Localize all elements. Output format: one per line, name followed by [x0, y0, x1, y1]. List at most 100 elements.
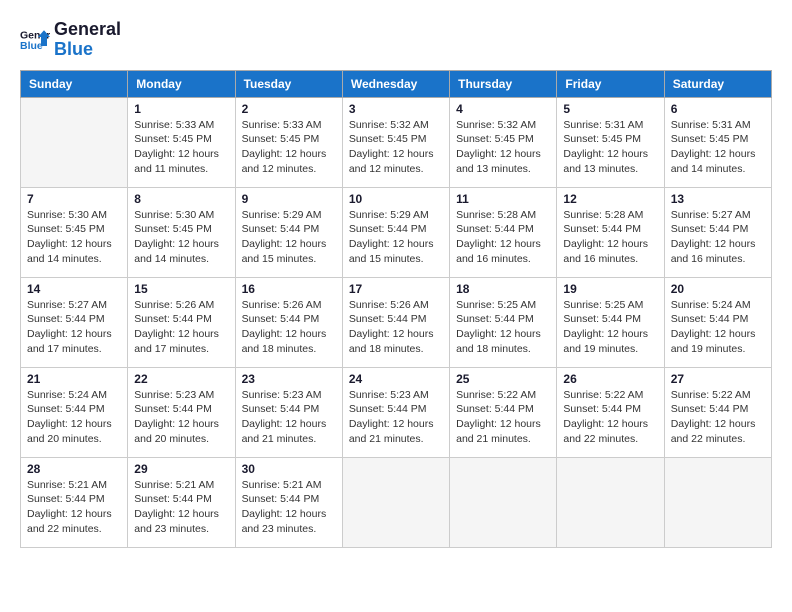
- day-info: Sunrise: 5:24 AMSunset: 5:44 PMDaylight:…: [671, 298, 765, 357]
- day-info: Sunrise: 5:22 AMSunset: 5:44 PMDaylight:…: [671, 388, 765, 447]
- day-info: Sunrise: 5:33 AMSunset: 5:45 PMDaylight:…: [242, 118, 336, 177]
- calendar-cell: 16 Sunrise: 5:26 AMSunset: 5:44 PMDayligh…: [235, 277, 342, 367]
- calendar-cell: 20 Sunrise: 5:24 AMSunset: 5:44 PMDayligh…: [664, 277, 771, 367]
- day-info: Sunrise: 5:22 AMSunset: 5:44 PMDaylight:…: [456, 388, 550, 447]
- day-number: 3: [349, 102, 443, 116]
- day-number: 16: [242, 282, 336, 296]
- day-info: Sunrise: 5:27 AMSunset: 5:44 PMDaylight:…: [27, 298, 121, 357]
- calendar-cell: 22 Sunrise: 5:23 AMSunset: 5:44 PMDayligh…: [128, 367, 235, 457]
- calendar-table: SundayMondayTuesdayWednesdayThursdayFrid…: [20, 70, 772, 548]
- day-info: Sunrise: 5:33 AMSunset: 5:45 PMDaylight:…: [134, 118, 228, 177]
- day-info: Sunrise: 5:23 AMSunset: 5:44 PMDaylight:…: [349, 388, 443, 447]
- day-info: Sunrise: 5:25 AMSunset: 5:44 PMDaylight:…: [563, 298, 657, 357]
- calendar-cell: [557, 457, 664, 547]
- day-number: 27: [671, 372, 765, 386]
- day-number: 28: [27, 462, 121, 476]
- logo: General Blue General Blue: [20, 20, 121, 60]
- day-info: Sunrise: 5:32 AMSunset: 5:45 PMDaylight:…: [456, 118, 550, 177]
- calendar-cell: 26 Sunrise: 5:22 AMSunset: 5:44 PMDayligh…: [557, 367, 664, 457]
- calendar-cell: 10Sunrise: 5:29 AMSunset: 5:44 PMDayligh…: [342, 187, 449, 277]
- calendar-header-friday: Friday: [557, 70, 664, 97]
- calendar-cell: 7Sunrise: 5:30 AMSunset: 5:45 PMDaylight…: [21, 187, 128, 277]
- day-info: Sunrise: 5:29 AMSunset: 5:44 PMDaylight:…: [349, 208, 443, 267]
- calendar-cell: 9 Sunrise: 5:29 AMSunset: 5:44 PMDaylight…: [235, 187, 342, 277]
- day-info: Sunrise: 5:21 AMSunset: 5:44 PMDaylight:…: [27, 478, 121, 537]
- day-info: Sunrise: 5:30 AMSunset: 5:45 PMDaylight:…: [134, 208, 228, 267]
- calendar-cell: 14 Sunrise: 5:27 AMSunset: 5:44 PMDayligh…: [21, 277, 128, 367]
- day-number: 15: [134, 282, 228, 296]
- calendar-cell: 23 Sunrise: 5:23 AMSunset: 5:44 PMDayligh…: [235, 367, 342, 457]
- calendar-header-thursday: Thursday: [450, 70, 557, 97]
- calendar-cell: 1 Sunrise: 5:33 AMSunset: 5:45 PMDaylight…: [128, 97, 235, 187]
- day-info: Sunrise: 5:29 AMSunset: 5:44 PMDaylight:…: [242, 208, 336, 267]
- logo-text: General Blue: [54, 20, 121, 60]
- day-number: 17: [349, 282, 443, 296]
- day-info: Sunrise: 5:23 AMSunset: 5:44 PMDaylight:…: [242, 388, 336, 447]
- calendar-header-saturday: Saturday: [664, 70, 771, 97]
- calendar-header-sunday: Sunday: [21, 70, 128, 97]
- day-number: 7: [27, 192, 121, 206]
- day-number: 13: [671, 192, 765, 206]
- calendar-cell: [450, 457, 557, 547]
- week-row-2: 7 Sunrise: 5:30 AMSunset: 5:45 PMDaylight…: [21, 187, 772, 277]
- day-info: Sunrise: 5:28 AMSunset: 5:44 PMDaylight:…: [456, 208, 550, 267]
- day-info: Sunrise: 5:24 AMSunset: 5:44 PMDaylight:…: [27, 388, 121, 447]
- calendar-cell: [664, 457, 771, 547]
- calendar-cell: 6 Sunrise: 5:31 AMSunset: 5:45 PMDaylight…: [664, 97, 771, 187]
- calendar-cell: 28 Sunrise: 5:21 AMSunset: 5:44 PMDayligh…: [21, 457, 128, 547]
- day-info: Sunrise: 5:26 AMSunset: 5:44 PMDaylight:…: [242, 298, 336, 357]
- day-number: 12: [563, 192, 657, 206]
- day-info: Sunrise: 5:31 AMSunset: 5:45 PMDaylight:…: [563, 118, 657, 177]
- day-info: Sunrise: 5:25 AMSunset: 5:44 PMDaylight:…: [456, 298, 550, 357]
- day-info: Sunrise: 5:27 AMSunset: 5:44 PMDaylight:…: [671, 208, 765, 267]
- calendar-cell: 30Sunrise: 5:21 AMSunset: 5:44 PMDayligh…: [235, 457, 342, 547]
- day-number: 21: [27, 372, 121, 386]
- calendar-cell: [342, 457, 449, 547]
- day-number: 9: [242, 192, 336, 206]
- calendar-header-row: SundayMondayTuesdayWednesdayThursdayFrid…: [21, 70, 772, 97]
- calendar-cell: 21 Sunrise: 5:24 AMSunset: 5:44 PMDayligh…: [21, 367, 128, 457]
- day-number: 11: [456, 192, 550, 206]
- day-info: Sunrise: 5:23 AMSunset: 5:44 PMDaylight:…: [134, 388, 228, 447]
- day-number: 4: [456, 102, 550, 116]
- week-row-1: 1 Sunrise: 5:33 AMSunset: 5:45 PMDaylight…: [21, 97, 772, 187]
- day-info: Sunrise: 5:22 AMSunset: 5:44 PMDaylight:…: [563, 388, 657, 447]
- calendar-cell: [21, 97, 128, 187]
- day-number: 8: [134, 192, 228, 206]
- day-number: 30: [242, 462, 336, 476]
- week-row-5: 28 Sunrise: 5:21 AMSunset: 5:44 PMDayligh…: [21, 457, 772, 547]
- calendar-cell: 13 Sunrise: 5:27 AMSunset: 5:44 PMDayligh…: [664, 187, 771, 277]
- page-header: General Blue General Blue: [20, 20, 772, 60]
- calendar-cell: 29 Sunrise: 5:21 AMSunset: 5:44 PMDayligh…: [128, 457, 235, 547]
- calendar-cell: 18 Sunrise: 5:25 AMSunset: 5:44 PMDayligh…: [450, 277, 557, 367]
- calendar-header-monday: Monday: [128, 70, 235, 97]
- calendar-cell: 17Sunrise: 5:26 AMSunset: 5:44 PMDayligh…: [342, 277, 449, 367]
- day-number: 2: [242, 102, 336, 116]
- calendar-cell: 8 Sunrise: 5:30 AMSunset: 5:45 PMDaylight…: [128, 187, 235, 277]
- day-number: 20: [671, 282, 765, 296]
- day-number: 14: [27, 282, 121, 296]
- day-number: 18: [456, 282, 550, 296]
- calendar-cell: 3 Sunrise: 5:32 AMSunset: 5:45 PMDaylight…: [342, 97, 449, 187]
- day-info: Sunrise: 5:31 AMSunset: 5:45 PMDaylight:…: [671, 118, 765, 177]
- day-number: 19: [563, 282, 657, 296]
- calendar-header-wednesday: Wednesday: [342, 70, 449, 97]
- day-info: Sunrise: 5:21 AMSunset: 5:44 PMDaylight:…: [134, 478, 228, 537]
- svg-text:Blue: Blue: [20, 40, 43, 52]
- day-info: Sunrise: 5:32 AMSunset: 5:45 PMDaylight:…: [349, 118, 443, 177]
- day-number: 6: [671, 102, 765, 116]
- day-info: Sunrise: 5:28 AMSunset: 5:44 PMDaylight:…: [563, 208, 657, 267]
- calendar-header-tuesday: Tuesday: [235, 70, 342, 97]
- day-info: Sunrise: 5:26 AMSunset: 5:44 PMDaylight:…: [134, 298, 228, 357]
- day-number: 29: [134, 462, 228, 476]
- day-number: 26: [563, 372, 657, 386]
- day-number: 23: [242, 372, 336, 386]
- calendar-cell: 27 Sunrise: 5:22 AMSunset: 5:44 PMDayligh…: [664, 367, 771, 457]
- day-number: 22: [134, 372, 228, 386]
- calendar-cell: 5Sunrise: 5:31 AMSunset: 5:45 PMDaylight…: [557, 97, 664, 187]
- calendar-cell: 19 Sunrise: 5:25 AMSunset: 5:44 PMDayligh…: [557, 277, 664, 367]
- calendar-cell: 4 Sunrise: 5:32 AMSunset: 5:45 PMDaylight…: [450, 97, 557, 187]
- calendar-cell: 12 Sunrise: 5:28 AMSunset: 5:44 PMDayligh…: [557, 187, 664, 277]
- calendar-cell: 24Sunrise: 5:23 AMSunset: 5:44 PMDayligh…: [342, 367, 449, 457]
- day-number: 1: [134, 102, 228, 116]
